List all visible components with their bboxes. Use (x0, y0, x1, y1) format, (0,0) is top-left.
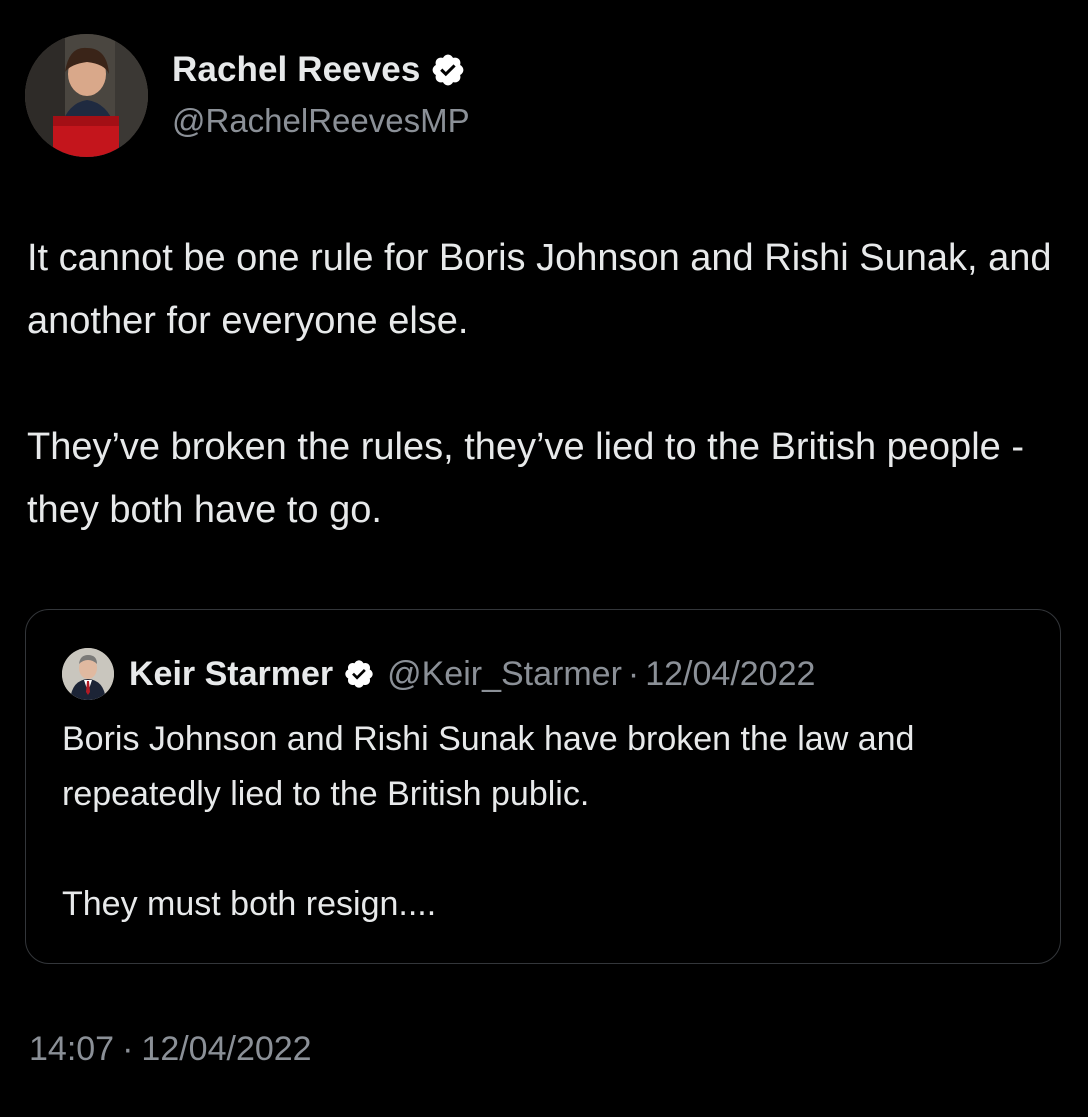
quoted-tweet-date[interactable]: 12/04/2022 (645, 655, 815, 694)
verified-badge-icon (343, 658, 375, 690)
profile-photo-avatar (25, 34, 148, 157)
author-avatar[interactable] (25, 34, 148, 157)
profile-photo-avatar (62, 648, 114, 700)
verified-badge-icon (430, 52, 466, 88)
tweet-paragraph: It cannot be one rule for Boris Johnson … (27, 237, 1052, 342)
quoted-tweet-header: Keir Starmer @Keir_Starmer · 12/04/2022 (62, 648, 815, 700)
author-handle[interactable]: @RachelReevesMP (172, 102, 470, 140)
tweet-paragraph: They’ve broken the rules, they’ve lied t… (27, 426, 1024, 531)
tweet-timestamp[interactable]: 14:07 · 12/04/2022 (29, 1030, 312, 1069)
tweet-text: It cannot be one rule for Boris Johnson … (27, 227, 1057, 542)
quoted-tweet-text: Boris Johnson and Rishi Sunak have broke… (62, 712, 1042, 932)
separator-dot: · (122, 1030, 134, 1068)
quoted-tweet[interactable]: Keir Starmer @Keir_Starmer · 12/04/2022 … (25, 609, 1061, 964)
tweet-time: 14:07 (29, 1030, 115, 1068)
tweet-date: 12/04/2022 (141, 1030, 312, 1068)
quoted-tweet-paragraph: They must both resign.... (62, 885, 437, 923)
tweet-card: Rachel Reeves @RachelReevesMP It cannot … (0, 0, 1088, 1117)
quoted-tweet-paragraph: Boris Johnson and Rishi Sunak have broke… (62, 720, 915, 813)
quoted-author-handle[interactable]: @Keir_Starmer (387, 655, 622, 694)
separator-dot: · (627, 654, 640, 693)
author-name-row: Rachel Reeves (172, 50, 466, 90)
quoted-author-avatar[interactable] (62, 648, 114, 700)
author-display-name[interactable]: Rachel Reeves (172, 50, 420, 90)
quoted-author-name[interactable]: Keir Starmer (129, 655, 333, 694)
